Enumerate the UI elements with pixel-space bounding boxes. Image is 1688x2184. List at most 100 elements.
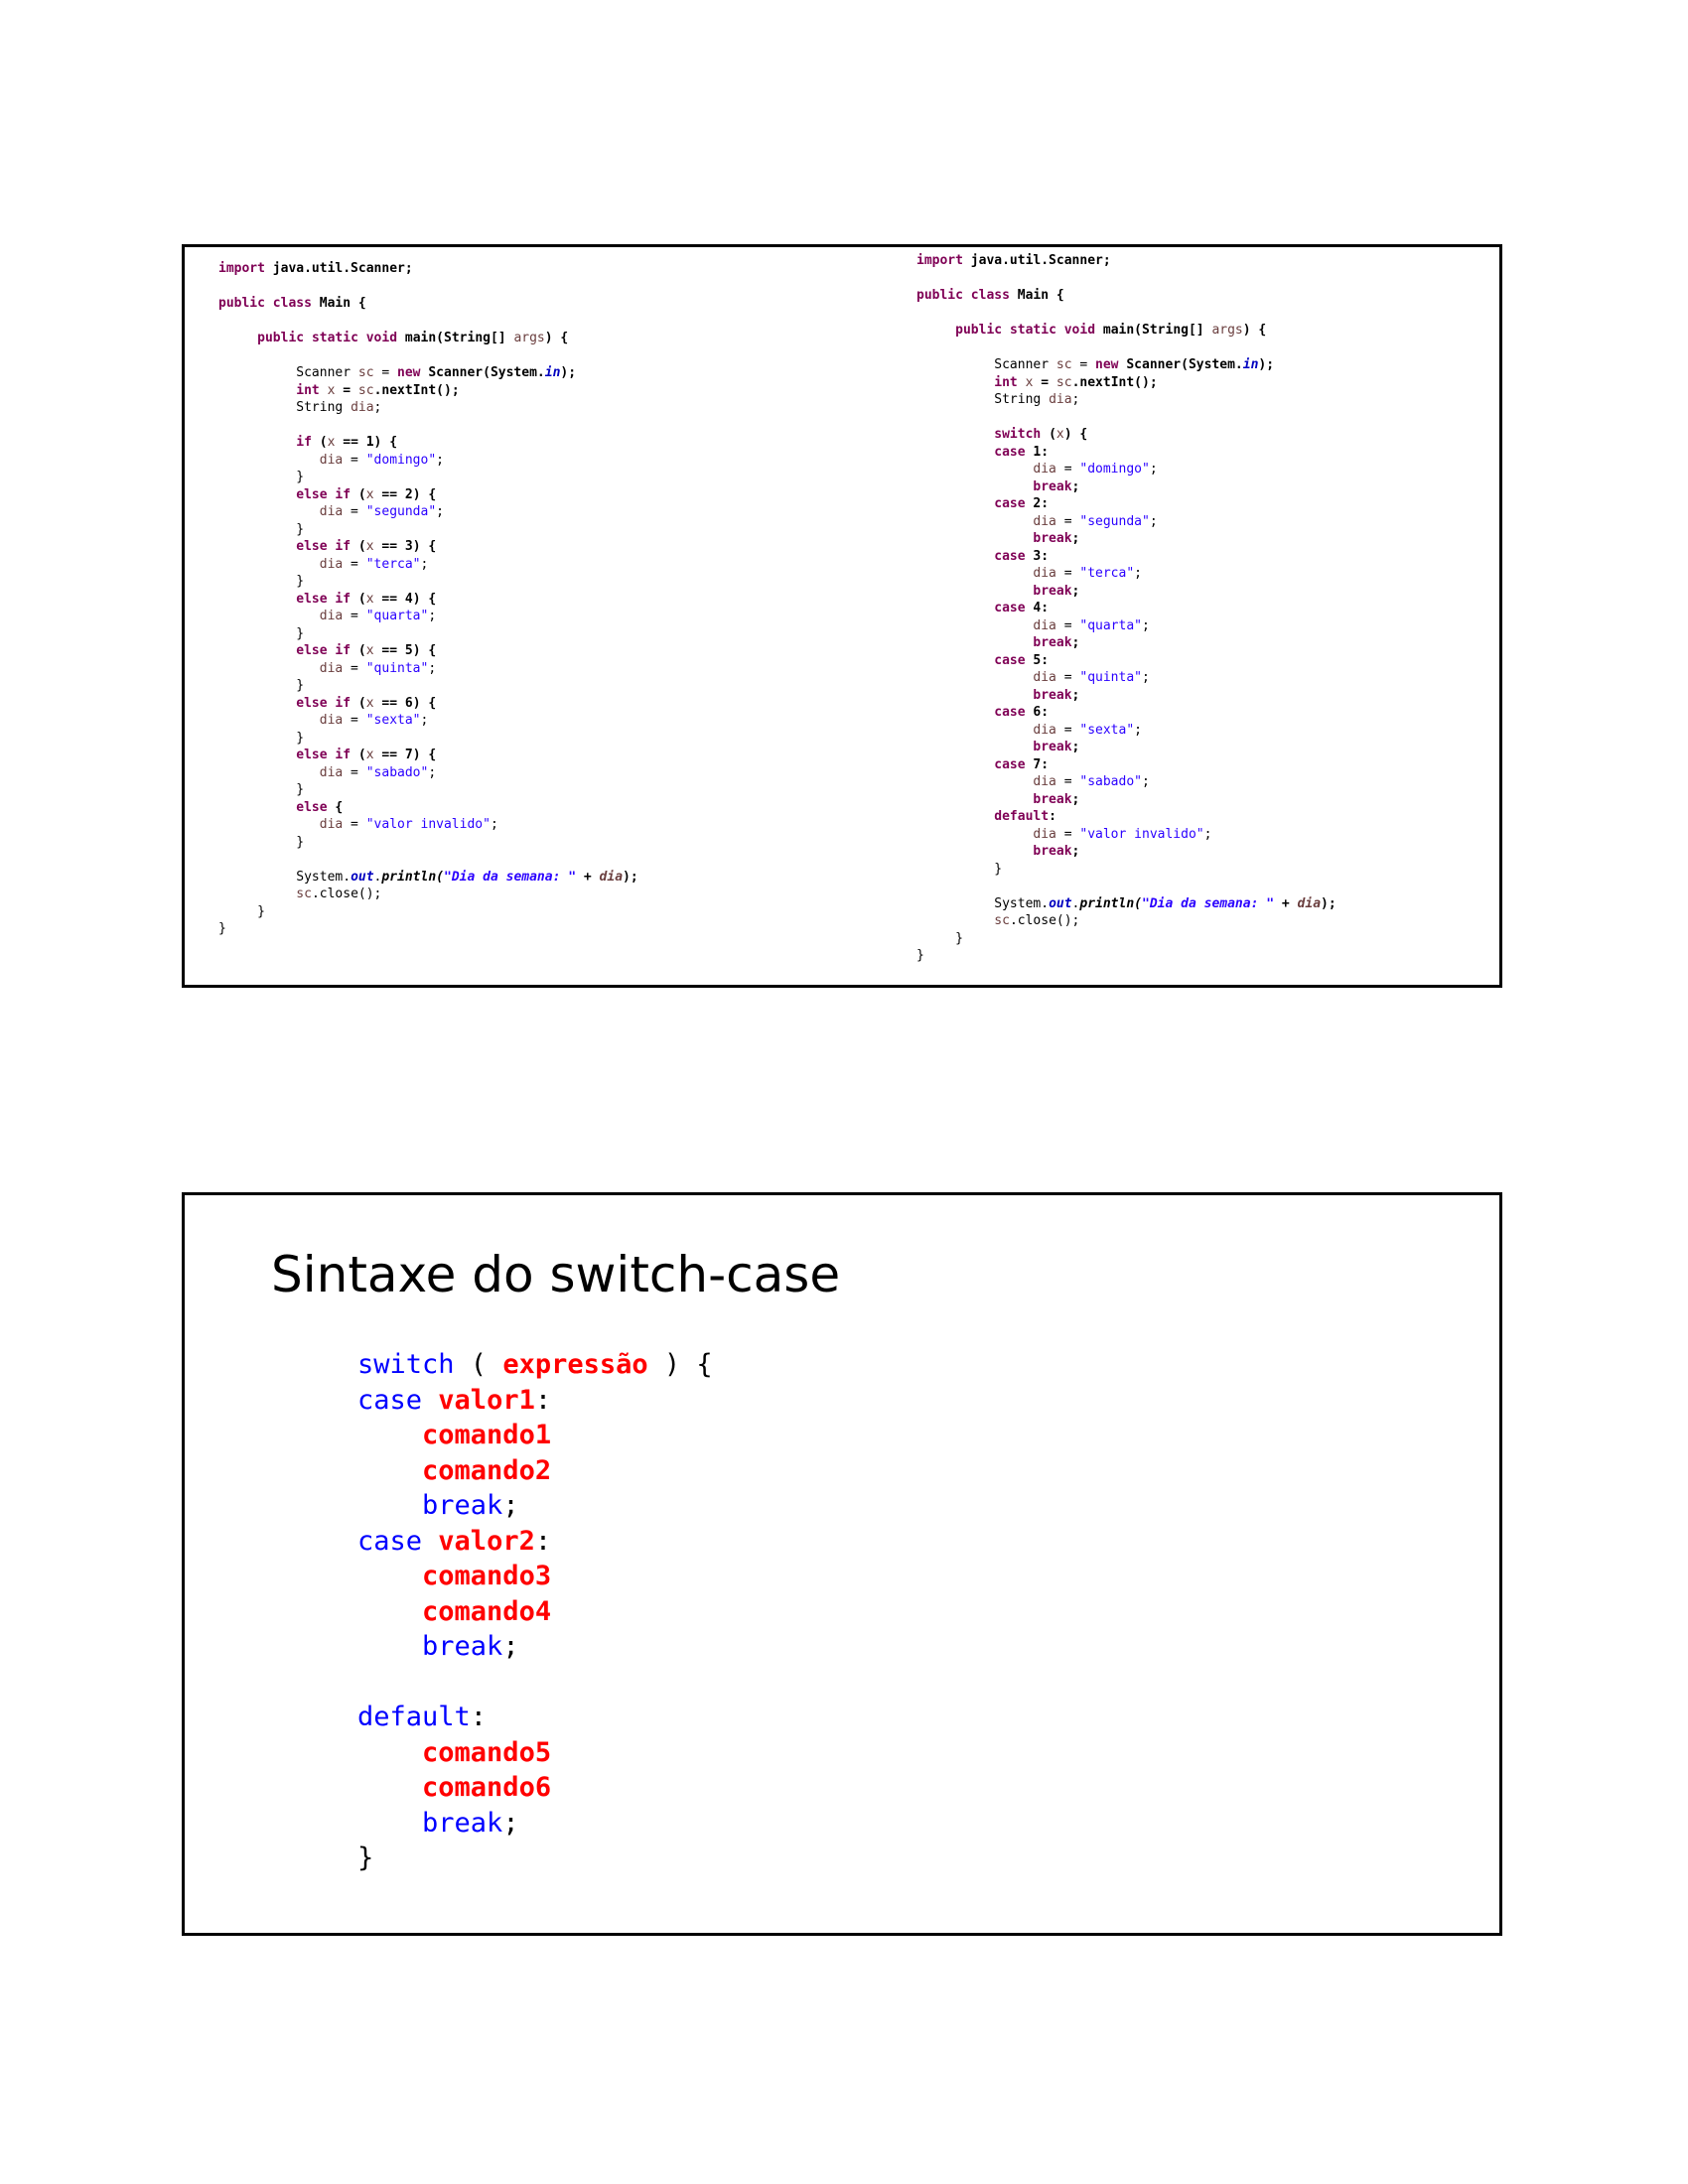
code-line: public static void main(String[] args) {	[916, 322, 1336, 340]
code-token: == 5) {	[373, 643, 437, 658]
code-token: dia	[1033, 670, 1056, 685]
code-token: == 4) {	[373, 591, 437, 607]
code-line: Scanner sc = new Scanner(System.in);	[916, 356, 1336, 374]
code-token: 3:	[1025, 548, 1050, 564]
code-token: (	[351, 643, 366, 658]
code-line: public class Main {	[218, 295, 638, 313]
code-token: case	[994, 444, 1026, 460]
code-line: }	[357, 1841, 713, 1876]
code-token: import	[218, 261, 265, 276]
code-token: comando2	[422, 1454, 552, 1486]
code-line: comando6	[357, 1770, 713, 1806]
code-token: Scanner(System.	[1118, 357, 1243, 372]
code-token: ;	[502, 1807, 519, 1839]
code-line: ​	[218, 851, 638, 869]
code-line: }	[218, 834, 638, 852]
code-token: {	[327, 799, 344, 815]
code-line: break;	[916, 687, 1336, 705]
code-token: Scanner	[916, 357, 1056, 372]
code-token: ;	[1134, 722, 1142, 738]
code-token: =	[343, 764, 366, 780]
code-token: in	[1242, 357, 1259, 372]
code-token: dia	[1297, 895, 1322, 911]
code-token: ;	[1071, 740, 1080, 754]
code-line: sc.close();	[218, 886, 638, 903]
code-token: else if	[296, 695, 352, 711]
code-token: println(	[1079, 895, 1142, 911]
code-token: == 7) {	[373, 748, 437, 762]
code-token: break	[1033, 531, 1072, 546]
code-line: case 3:	[916, 548, 1336, 566]
code-token: case	[994, 548, 1026, 564]
code-line: dia = "sabado";	[218, 764, 638, 782]
code-line: dia = "segunda";	[916, 513, 1336, 531]
code-token: switch	[357, 1349, 455, 1380]
code-token: dia	[319, 504, 344, 519]
code-line: dia = "terca";	[218, 556, 638, 574]
code-line: dia = "sabado";	[916, 773, 1336, 791]
code-token: "valor invalido"	[1079, 826, 1204, 842]
code-token: case	[357, 1525, 423, 1557]
code-token: ;	[420, 713, 429, 728]
code-token: ;	[490, 817, 498, 832]
code-token: class	[970, 288, 1010, 303]
code-token: default	[994, 809, 1050, 824]
code-token: =	[343, 452, 366, 468]
code-token: +	[576, 869, 600, 885]
code-token: comando4	[422, 1595, 552, 1627]
code-token: case	[994, 756, 1026, 772]
code-token: else if	[296, 486, 352, 502]
code-line: import java.util.Scanner;	[916, 252, 1336, 270]
code-line: dia = "valor invalido";	[916, 826, 1336, 844]
code-token: else if	[296, 748, 352, 762]
code-line: }	[218, 920, 638, 938]
code-line: case valor2:	[357, 1524, 713, 1560]
code-token: break	[422, 1631, 503, 1662]
code-token: =	[1055, 670, 1080, 685]
code-token: "quinta"	[365, 660, 429, 676]
code-line: ​	[357, 1665, 713, 1701]
code-line: break;	[916, 530, 1336, 548]
code-line: break;	[916, 478, 1336, 496]
code-token: System.	[916, 895, 1050, 911]
code-token: public	[218, 296, 265, 311]
code-token: ;	[1203, 826, 1212, 842]
code-token: Scanner(System.	[420, 365, 545, 380]
code-line: case 6:	[916, 704, 1336, 722]
code-line: dia = "quinta";	[916, 669, 1336, 687]
code-token: java.util.Scanner;	[962, 253, 1111, 268]
code-line: import java.util.Scanner;	[218, 260, 638, 278]
code-token: );	[560, 365, 577, 380]
code-line: dia = "sexta";	[218, 712, 638, 730]
code-token: :	[1049, 809, 1056, 824]
code-token: comando6	[422, 1772, 552, 1803]
code-token: Main {	[1009, 288, 1064, 303]
code-token: ) {	[544, 331, 569, 345]
code-token: int	[296, 382, 320, 398]
code-line: dia = "quarta";	[916, 617, 1336, 635]
code-line: }	[218, 781, 638, 799]
code-line: String dia;	[218, 399, 638, 417]
code-token: dia	[319, 764, 344, 780]
code-token: ;	[1071, 531, 1080, 546]
code-token: else if	[296, 643, 352, 658]
code-token: }	[218, 834, 305, 850]
code-token: =	[1055, 513, 1080, 529]
code-token: int	[994, 374, 1018, 390]
code-token: "valor invalido"	[365, 817, 491, 832]
code-line: int x = sc.nextInt();	[916, 374, 1336, 392]
code-token: ;	[1134, 566, 1142, 581]
code-token: void	[365, 331, 398, 345]
